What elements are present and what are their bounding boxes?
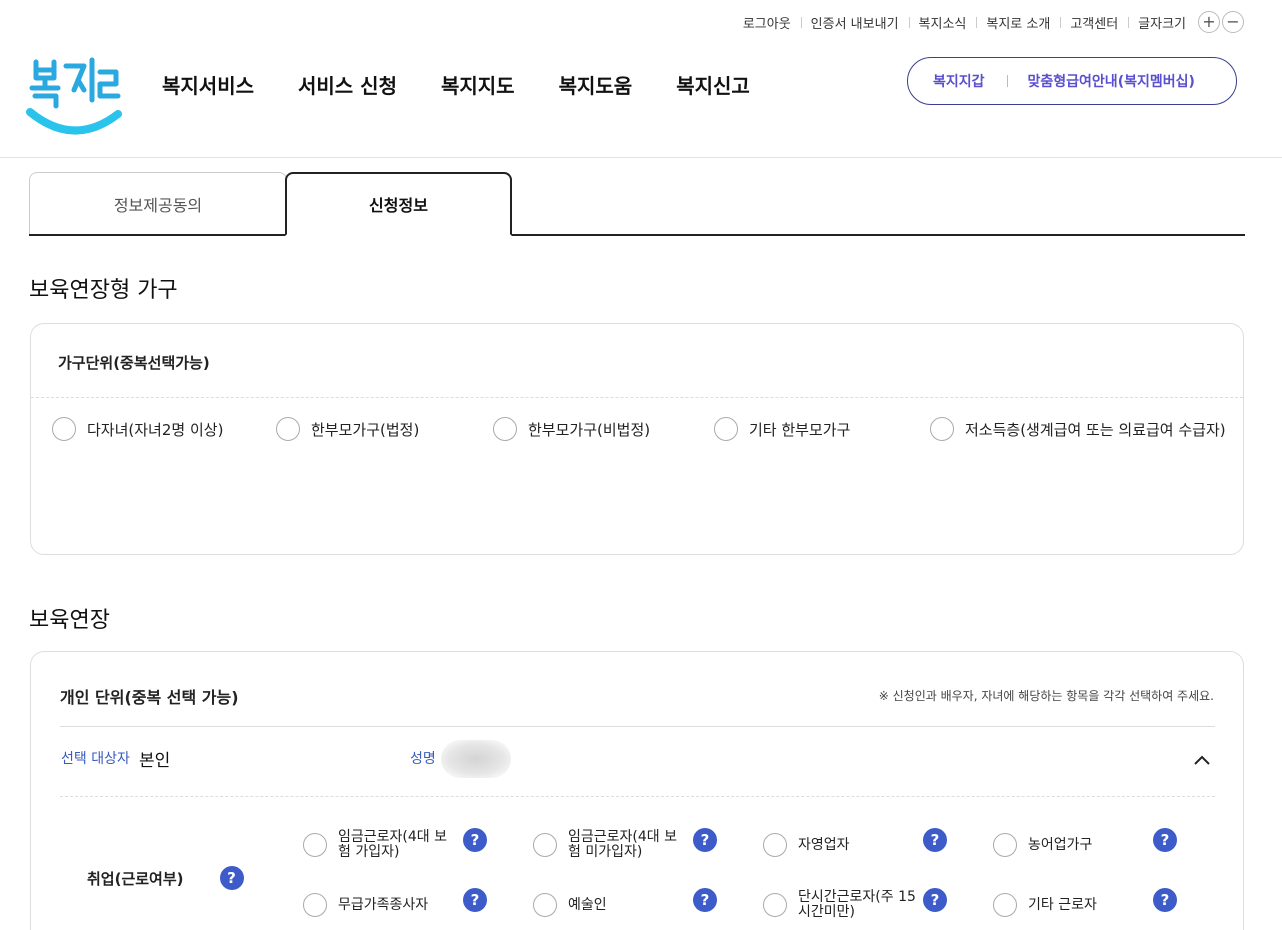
tab-application-info[interactable]: 신청정보 — [285, 172, 512, 236]
help-icon[interactable]: ? — [463, 828, 487, 852]
bokjiro-logo-mark — [26, 57, 122, 135]
font-increase-button[interactable]: + — [1198, 11, 1220, 33]
household-option[interactable]: 기타 한부모가구 — [714, 417, 850, 441]
utility-bar: 로그아웃 인증서 내보내기 복지소식 복지로 소개 고객센터 글자크기 + − — [733, 11, 1244, 33]
font-decrease-button[interactable]: − — [1222, 11, 1244, 33]
nav-welfare-map[interactable]: 복지지도 — [441, 70, 515, 99]
household-card: 가구단위(중복선택가능) 다자녀(자녀2명 이상) 한부모가구(법정) 한부모가… — [30, 323, 1244, 555]
employment-option-label: 임금근로자(4대 보험 미가입자) — [568, 829, 677, 860]
radio-button[interactable] — [763, 893, 787, 917]
employment-label-text: 취업(근로여부) — [87, 869, 184, 888]
section-title-extended-household: 보육연장형 가구 — [29, 278, 178, 303]
employment-option[interactable]: 임금근로자(4대 보험 가입자) ? — [303, 828, 523, 862]
logout-link[interactable]: 로그아웃 — [733, 13, 801, 32]
household-option-label: 기타 한부모가구 — [749, 420, 851, 439]
target-label: 선택 대상자 — [61, 751, 130, 767]
dashed-divider — [60, 796, 1215, 797]
card-divider — [60, 726, 1215, 727]
radio-button[interactable] — [533, 833, 557, 857]
wallet-link[interactable]: 복지지갑 — [908, 71, 985, 91]
radio-button[interactable] — [276, 417, 300, 441]
target-value: 본인 — [139, 751, 171, 771]
help-icon[interactable]: ? — [693, 888, 717, 912]
header-divider — [0, 157, 1282, 158]
household-option-label: 다자녀(자녀2명 이상) — [87, 420, 224, 439]
tab-consent[interactable]: 정보제공동의 — [29, 172, 287, 235]
household-options: 다자녀(자녀2명 이상) 한부모가구(법정) 한부모가구(비법정) 기타 한부모… — [31, 417, 1243, 443]
radio-button[interactable] — [763, 833, 787, 857]
individual-card-heading: 개인 단위(중복 선택 가능) — [60, 688, 239, 707]
employment-option-label: 단시간근로자(주 15시간미만) — [798, 889, 916, 920]
font-size-label: 글자크기 — [1128, 13, 1196, 32]
household-option[interactable]: 저소득층(생계급여 또는 의료급여 수급자) — [930, 417, 1226, 441]
quick-links-pill: 복지지갑 맞춤형급여안내(복지멤버십) — [907, 57, 1237, 105]
help-icon[interactable]: ? — [219, 866, 244, 890]
name-label: 성명 — [410, 751, 436, 767]
radio-button[interactable] — [303, 893, 327, 917]
radio-button[interactable] — [930, 417, 954, 441]
employment-option[interactable]: 자영업자 ? — [763, 828, 983, 862]
employment-option[interactable]: 임금근로자(4대 보험 미가입자) ? — [533, 828, 753, 862]
employment-option-label: 무급가족종사자 — [338, 896, 429, 913]
selection-note: ※ 신청인과 배우자, 자녀에 해당하는 항목을 각각 선택하여 주세요. — [878, 689, 1214, 703]
help-icon[interactable]: ? — [463, 888, 487, 912]
bokjiro-logo[interactable] — [26, 56, 122, 138]
employment-option-label: 농어업가구 — [1028, 836, 1093, 853]
employment-option[interactable]: 무급가족종사자 ? — [303, 888, 523, 922]
help-icon[interactable]: ? — [923, 828, 947, 852]
help-icon[interactable]: ? — [923, 888, 947, 912]
nav-welfare-service[interactable]: 복지서비스 — [162, 70, 254, 99]
nav-welfare-report[interactable]: 복지신고 — [676, 70, 750, 99]
employment-option[interactable]: 예술인 ? — [533, 888, 753, 922]
about-link[interactable]: 복지로 소개 — [976, 13, 1060, 32]
help-icon[interactable]: ? — [1153, 888, 1177, 912]
customer-center-link[interactable]: 고객센터 — [1060, 13, 1128, 32]
nav-service-apply[interactable]: 서비스 신청 — [298, 70, 397, 99]
help-icon[interactable]: ? — [693, 828, 717, 852]
household-option[interactable]: 다자녀(자녀2명 이상) — [52, 417, 223, 441]
radio-button[interactable] — [303, 833, 327, 857]
employment-option[interactable]: 농어업가구 ? — [993, 828, 1213, 862]
individual-card: 개인 단위(중복 선택 가능) ※ 신청인과 배우자, 자녀에 해당하는 항목을… — [30, 651, 1244, 930]
radio-button[interactable] — [493, 417, 517, 441]
household-option[interactable]: 한부모가구(비법정) — [493, 417, 650, 441]
employment-option-label: 자영업자 — [798, 836, 850, 853]
household-card-heading: 가구단위(중복선택가능) — [58, 354, 210, 372]
radio-button[interactable] — [52, 417, 76, 441]
radio-button[interactable] — [533, 893, 557, 917]
dashed-divider — [31, 397, 1243, 398]
radio-button[interactable] — [993, 833, 1017, 857]
nav-welfare-help[interactable]: 복지도움 — [559, 70, 633, 99]
household-option[interactable]: 한부모가구(법정) — [276, 417, 419, 441]
global-nav: 복지서비스 서비스 신청 복지지도 복지도움 복지신고 — [162, 70, 794, 99]
employment-option-label: 기타 근로자 — [1028, 896, 1097, 913]
blurred-name — [441, 740, 511, 778]
employment-option[interactable]: 기타 근로자 ? — [993, 888, 1213, 922]
household-option-label: 저소득층(생계급여 또는 의료급여 수급자) — [965, 420, 1226, 439]
employment-option[interactable]: 단시간근로자(주 15시간미만) ? — [763, 888, 983, 922]
cert-export-link[interactable]: 인증서 내보내기 — [800, 13, 909, 32]
household-option-label: 한부모가구(비법정) — [528, 420, 651, 439]
chevron-up-icon[interactable] — [1193, 754, 1211, 766]
welfare-news-link[interactable]: 복지소식 — [908, 13, 977, 32]
employment-option-label: 임금근로자(4대 보험 가입자) — [338, 829, 447, 860]
quick-links-divider — [1006, 75, 1008, 87]
radio-button[interactable] — [714, 417, 738, 441]
section-title-extended-care: 보육연장 — [29, 608, 110, 633]
employment-option-label: 예술인 — [568, 896, 607, 913]
help-icon[interactable]: ? — [1153, 828, 1177, 852]
tabs-underline — [29, 234, 1245, 236]
membership-link[interactable]: 맞춤형급여안내(복지멤버십) — [1028, 71, 1195, 91]
radio-button[interactable] — [993, 893, 1017, 917]
employment-label: 취업(근로여부) ? — [87, 866, 244, 890]
household-option-label: 한부모가구(법정) — [311, 420, 420, 439]
